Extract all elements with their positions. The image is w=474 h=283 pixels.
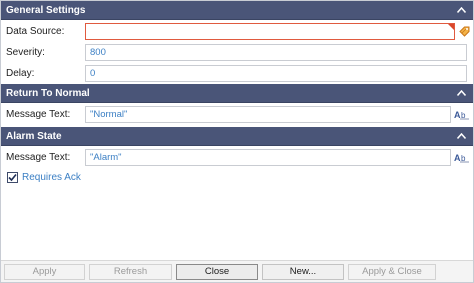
expression-icon[interactable]: A b [451, 109, 473, 120]
alarm-state-body: Message Text: "Alarm" A b Requires Ack [1, 146, 473, 192]
new-button[interactable]: New... [262, 263, 344, 280]
rtn-message-label: Message Text: [6, 109, 71, 120]
alarm-message-label: Message Text: [6, 152, 71, 163]
chevron-up-icon[interactable] [455, 87, 467, 99]
alarm-message-row: Message Text: "Alarm" A b [1, 147, 473, 168]
delay-label: Delay: [6, 68, 35, 79]
severity-label: Severity: [6, 47, 45, 58]
svg-text:A: A [454, 153, 461, 163]
return-to-normal-header[interactable]: Return To Normal [1, 84, 473, 103]
checkmark-icon [8, 173, 17, 182]
data-source-label: Data Source: [6, 26, 65, 37]
requires-ack-row: Requires Ack [1, 168, 473, 187]
apply-button[interactable]: Apply [4, 263, 85, 280]
alarm-state-header[interactable]: Alarm State [1, 127, 473, 146]
requires-ack-label[interactable]: Requires Ack [22, 172, 81, 183]
severity-input[interactable]: 800 [85, 44, 467, 61]
close-button[interactable]: Close [176, 263, 258, 280]
alarm-state-title: Alarm State [6, 130, 62, 142]
chevron-up-icon[interactable] [455, 4, 467, 16]
rtn-message-input[interactable]: "Normal" [85, 106, 451, 123]
delay-row: Delay: 0 [1, 63, 473, 84]
requires-ack-checkbox[interactable] [7, 172, 18, 183]
tag-browse-icon[interactable] [455, 26, 473, 37]
chevron-up-icon[interactable] [455, 130, 467, 142]
alarm-config-window: General Settings Data Source: Severity: … [0, 0, 474, 283]
general-settings-header[interactable]: General Settings [1, 1, 473, 20]
refresh-button[interactable]: Refresh [89, 263, 172, 280]
return-to-normal-body: Message Text: "Normal" A b [1, 103, 473, 127]
general-settings-body: Data Source: Severity: 800 Delay: 0 [1, 20, 473, 84]
expression-icon[interactable]: A b [451, 152, 473, 163]
svg-text:A: A [454, 110, 461, 120]
rtn-message-row: Message Text: "Normal" A b [1, 104, 473, 125]
general-settings-title: General Settings [6, 4, 86, 16]
footer-button-bar: Apply Refresh Close New... Apply & Close [1, 260, 473, 282]
data-source-row: Data Source: [1, 21, 473, 42]
data-source-input[interactable] [84, 23, 456, 40]
return-to-normal-title: Return To Normal [6, 87, 90, 99]
apply-close-button[interactable]: Apply & Close [348, 263, 436, 280]
alarm-message-input[interactable]: "Alarm" [85, 149, 451, 166]
delay-input[interactable]: 0 [85, 65, 467, 82]
severity-row: Severity: 800 [1, 42, 473, 63]
